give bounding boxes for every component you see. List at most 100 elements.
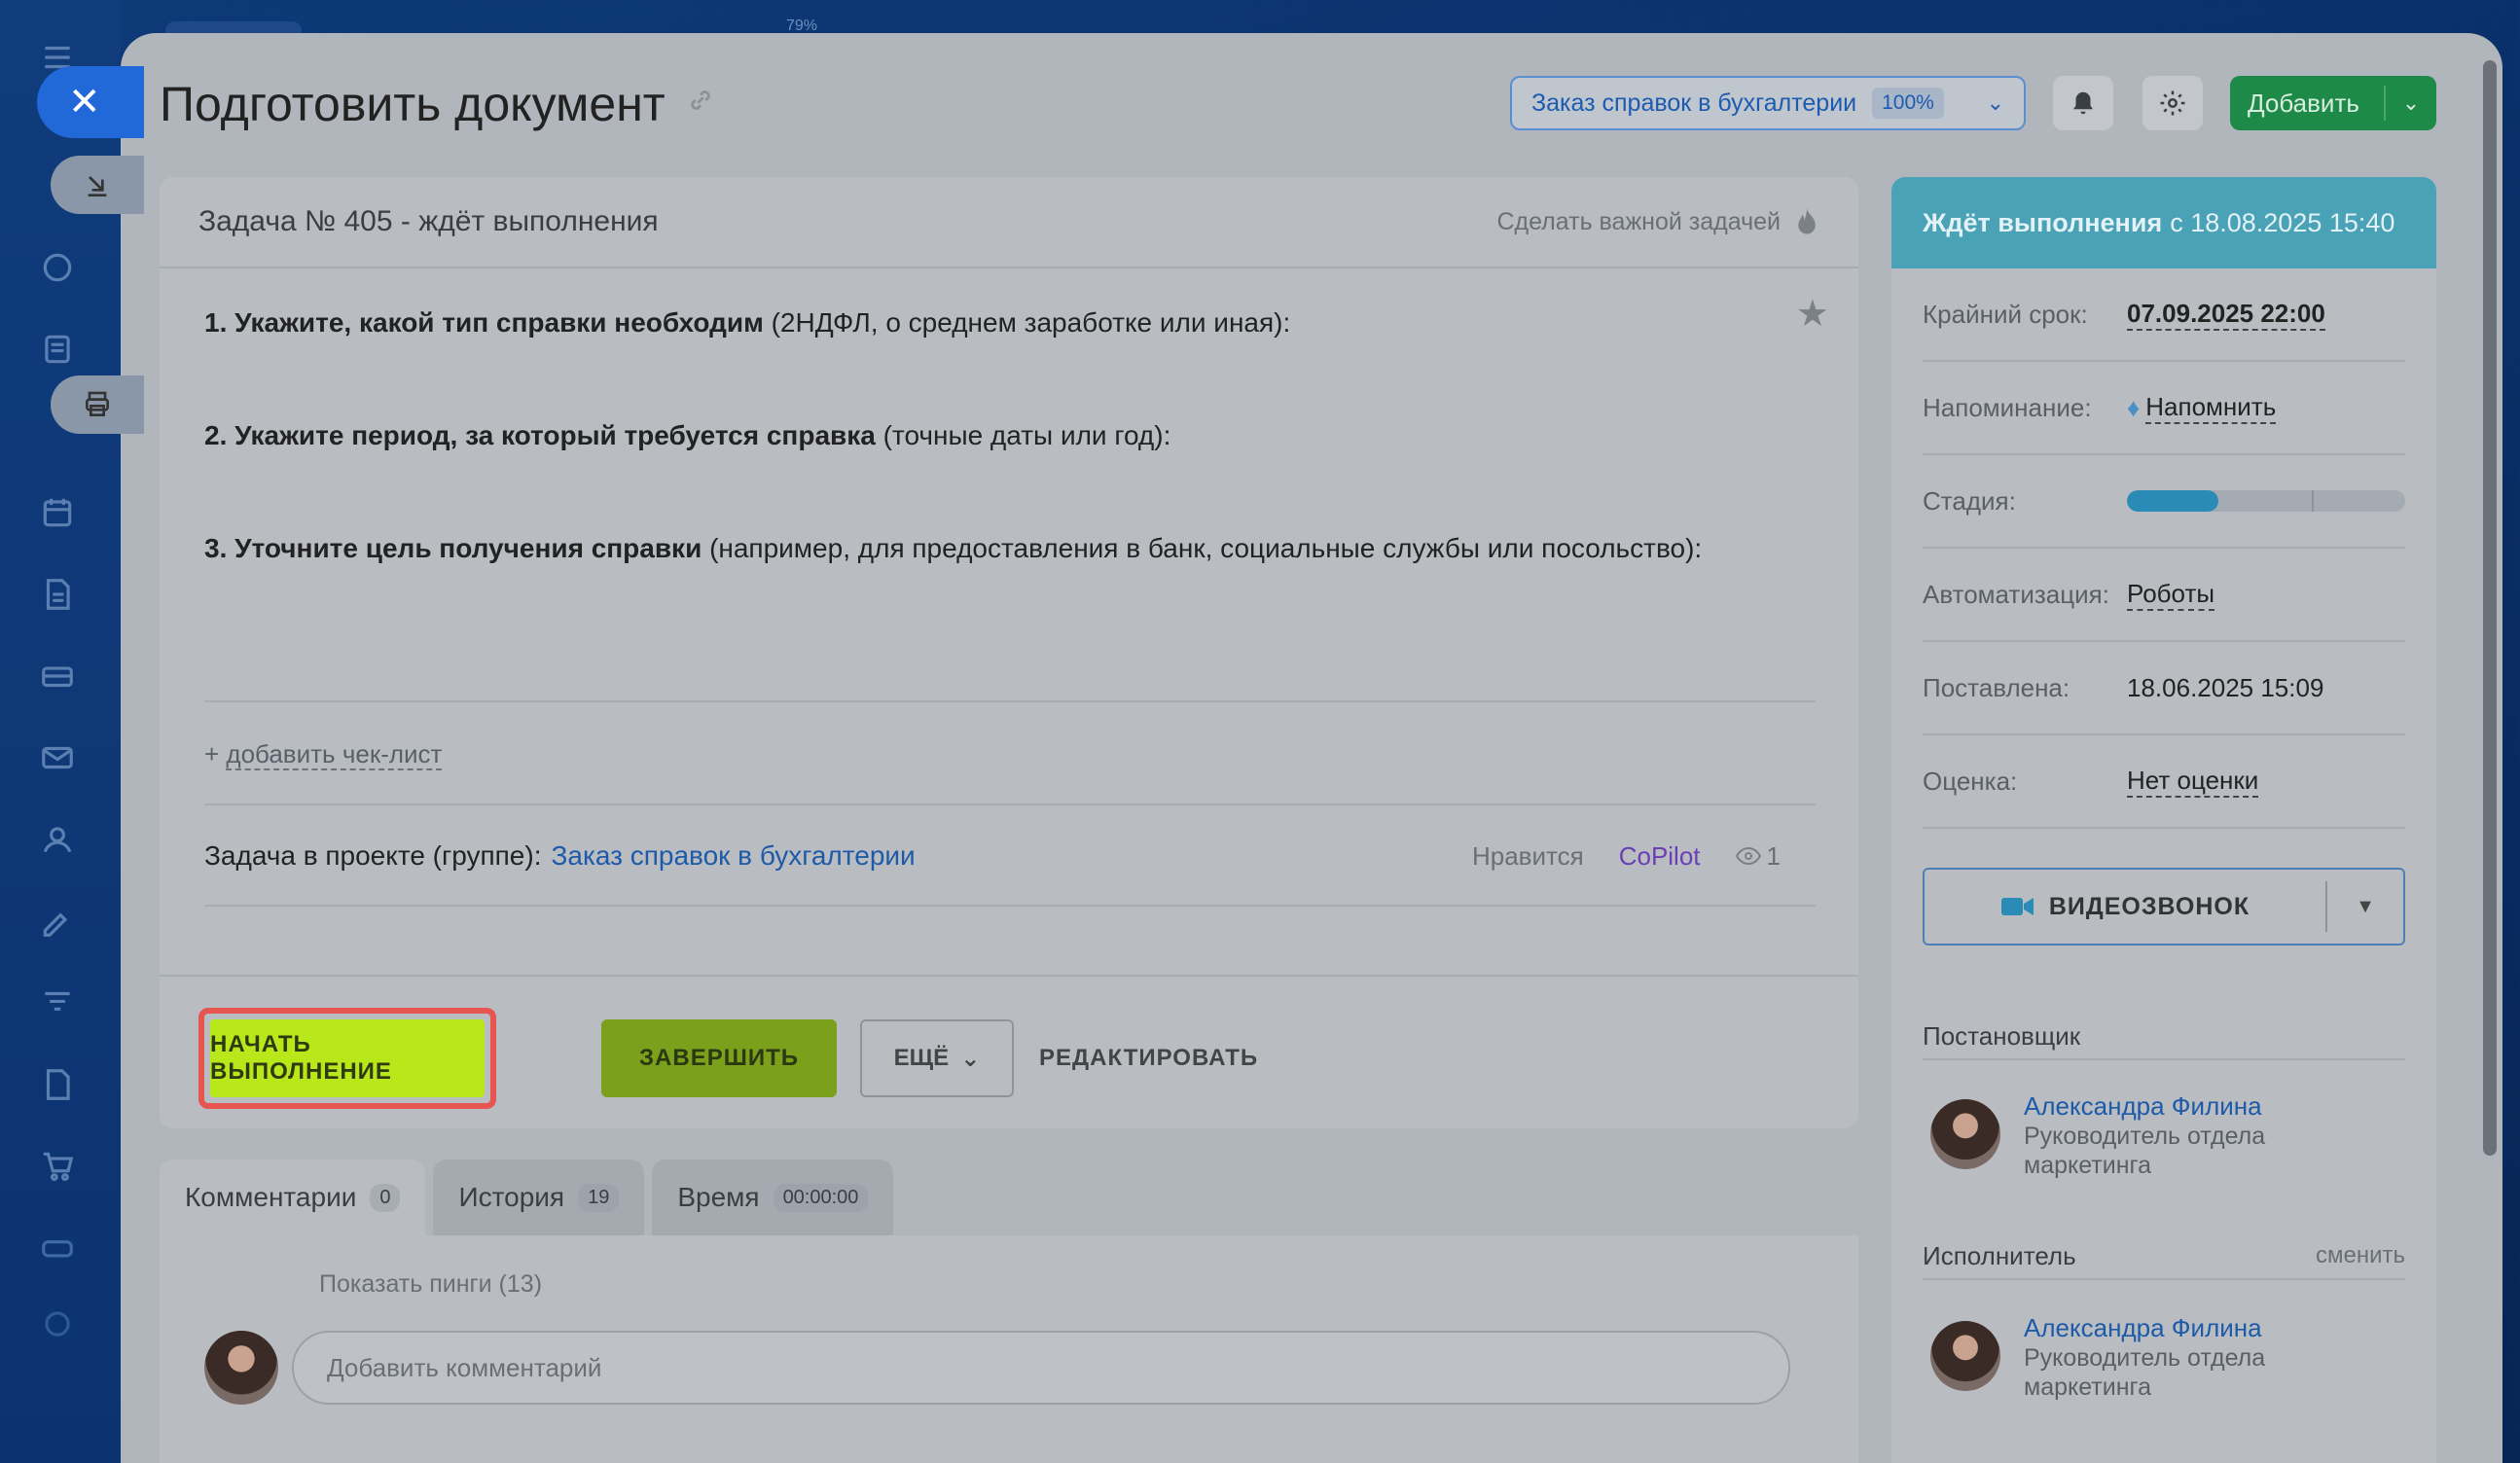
automation-link[interactable]: Роботы (2127, 579, 2215, 611)
project-selector-label: Заказ справок в бухгалтерии (1531, 89, 1857, 117)
storage-icon[interactable] (35, 654, 80, 698)
bell-icon: ♦ (2127, 392, 2141, 422)
settings-button[interactable] (2142, 76, 2203, 130)
rating-link[interactable]: Нет оценки (2127, 766, 2259, 798)
calendar-icon[interactable] (35, 490, 80, 535)
tab-comments-count: 0 (370, 1183, 401, 1212)
description-line-3: 3. Уточните цель получения справки (напр… (204, 533, 1702, 564)
print-icon (86, 391, 109, 416)
games-icon[interactable] (35, 1226, 80, 1270)
finish-task-button[interactable]: ЗАВЕРШИТЬ (601, 1019, 837, 1097)
make-important-button[interactable]: Сделать важной задачей (1496, 207, 1819, 236)
edit-doc-icon[interactable] (35, 1062, 80, 1107)
mail-icon[interactable] (35, 735, 80, 780)
description-line-3-rest: (например, для предоставления в банк, со… (702, 533, 1703, 563)
info-panel: Крайний срок: 07.09.2025 22:00 Напоминан… (1891, 268, 2436, 1463)
deadline-value[interactable]: 07.09.2025 22:00 (2127, 299, 2325, 331)
stage-divider (2312, 490, 2314, 512)
tab-time-label: Время (677, 1182, 760, 1212)
filter-icon[interactable] (35, 981, 80, 1025)
star-icon[interactable]: ★ (1796, 292, 1829, 336)
status-header: Ждёт выполнения с 18.08.2025 15:40 (1891, 177, 2436, 268)
project-selector[interactable]: Заказ справок в бухгалтерии 100% ⌄ (1510, 76, 2026, 130)
print-button[interactable] (51, 375, 144, 434)
created-value: 18.06.2025 15:09 (2127, 672, 2324, 702)
avatar[interactable] (1930, 1321, 2000, 1391)
add-button[interactable]: Добавить ⌄ (2230, 76, 2436, 130)
description-divider (204, 700, 1816, 702)
creator-section-title: Постановщик (1923, 1014, 2405, 1060)
creator-role: Руководитель отдела маркетинга (2024, 1123, 2266, 1179)
comment-input-placeholder: Добавить комментарий (327, 1352, 602, 1382)
chevron-down-icon[interactable]: ⌄ (2386, 90, 2436, 116)
video-call-main[interactable]: ВИДЕОЗВОНОК (1925, 893, 2325, 921)
description-line-1-rest: (2НДФЛ, о среднем заработке или иная): (763, 307, 1291, 338)
avatar[interactable] (1930, 1099, 2000, 1169)
page-title-text: Подготовить документ (160, 77, 666, 131)
reminder-link[interactable]: Напомнить (2145, 392, 2277, 424)
stage-label: Стадия: (1923, 485, 2016, 516)
description-line-2-bold: 2. Укажите период, за который требуется … (204, 420, 876, 450)
assignee-person: Александра Филина Руководитель отдела ма… (1930, 1313, 2397, 1402)
close-slider-button[interactable]: ✕ (37, 66, 144, 138)
comments-area: Показать пинги (13) Добавить комментарий (160, 1235, 1858, 1463)
tab-comments[interactable]: Комментарии 0 (160, 1160, 426, 1235)
chevron-down-icon: ⌄ (1986, 90, 2004, 115)
stage-progress-bar[interactable] (2127, 490, 2405, 512)
minimize-button[interactable] (51, 156, 144, 214)
cart-icon[interactable] (35, 1144, 80, 1189)
assignee-section-title: Исполнитель сменить (1923, 1233, 2405, 1280)
creator-name-link[interactable]: Александра Филина (2024, 1091, 2316, 1122)
video-call-button[interactable]: ВИДЕОЗВОНОК ▼ (1923, 868, 2405, 946)
like-button[interactable]: Нравится (1472, 841, 1584, 872)
sign-icon[interactable] (35, 899, 80, 944)
news-icon[interactable] (35, 327, 80, 372)
tab-time-count: 00:00:00 (773, 1183, 869, 1212)
reminder-label: Напоминание: (1923, 392, 2092, 422)
automation-label: Автоматизация: (1923, 579, 2109, 609)
stage-progress-fill (2127, 490, 2219, 512)
flame-icon (1798, 208, 1816, 234)
views-count: 1 (1766, 840, 1781, 871)
more-button[interactable]: ЕЩЁ ⌄ (860, 1019, 1014, 1097)
tabs: Комментарии 0 История 19 Время 00:00:00 (160, 1160, 894, 1235)
action-bar: НАЧАТЬ ВЫПОЛНЕНИЕ ЗАВЕРШИТЬ ЕЩЁ ⌄ РЕДАКТ… (160, 975, 1858, 1128)
description-line-3-bold: 3. Уточните цель получения справки (204, 533, 702, 563)
add-button-label: Добавить (2248, 88, 2359, 118)
tab-time[interactable]: Время 00:00:00 (652, 1160, 894, 1235)
add-checklist-link[interactable]: + добавить чек-лист (204, 739, 443, 770)
deadline-label: Крайний срок: (1923, 299, 2088, 329)
contacts-icon[interactable] (35, 817, 80, 862)
comment-input[interactable]: Добавить комментарий (292, 1331, 1790, 1405)
tab-history[interactable]: История 19 (433, 1160, 645, 1235)
tab-comments-label: Комментарии (185, 1182, 357, 1212)
settings-rail-icon[interactable] (35, 1302, 80, 1346)
document-icon[interactable] (35, 572, 80, 617)
left-sidebar (0, 0, 121, 1463)
created-label: Поставлена: (1923, 672, 2070, 702)
copilot-button[interactable]: CoPilot (1619, 841, 1701, 872)
description-line-1: 1. Укажите, какой тип справки необходим … (204, 307, 1290, 339)
task-header: Задача № 405 - ждёт выполнения Сделать в… (160, 177, 1858, 268)
stage-row: Стадия: (1923, 455, 2405, 549)
project-link[interactable]: Заказ справок в бухгалтерии (551, 840, 915, 872)
more-button-label: ЕЩЁ (893, 1045, 950, 1071)
creator-title: Постановщик (1923, 1020, 2081, 1051)
scrollbar[interactable] (2483, 60, 2497, 1156)
change-assignee-link[interactable]: сменить (2316, 1242, 2405, 1269)
assignee-name-link[interactable]: Александра Филина (2024, 1313, 2316, 1343)
start-task-button[interactable]: НАЧАТЬ ВЫПОЛНЕНИЕ (210, 1019, 485, 1097)
automation-row: Автоматизация: Роботы (1923, 549, 2405, 642)
edit-button[interactable]: РЕДАКТИРОВАТЬ (1039, 1019, 1258, 1097)
add-checklist-label: добавить чек-лист (226, 739, 443, 770)
task-card: Задача № 405 - ждёт выполнения Сделать в… (160, 177, 1858, 1128)
copy-link-icon[interactable] (685, 85, 716, 124)
chevron-down-icon[interactable]: ▼ (2327, 896, 2403, 918)
tab-history-label: История (458, 1182, 565, 1212)
show-pings-link[interactable]: Показать пинги (13) (319, 1270, 542, 1299)
rating-label: Оценка: (1923, 766, 2018, 796)
minimize-icon (88, 176, 107, 196)
chat-icon[interactable] (35, 245, 80, 290)
notifications-button[interactable] (2053, 76, 2113, 130)
eye-icon (1735, 846, 1761, 866)
